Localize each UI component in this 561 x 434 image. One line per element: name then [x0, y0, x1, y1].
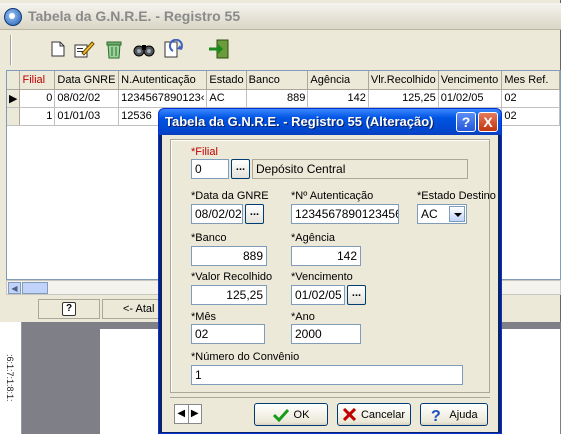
dialog-button-bar: ◀ ▶ OK Cancelar ? Ajuda: [170, 397, 490, 427]
vencimento-label: *Vencimento: [291, 271, 353, 283]
row-indicator: [7, 107, 21, 126]
data-gnre-field[interactable]: 08/02/02: [191, 204, 243, 224]
agencia-field[interactable]: 142: [291, 246, 361, 266]
table-cell[interactable]: 889: [246, 89, 309, 108]
estado-selected-value: AC: [421, 207, 438, 221]
cancel-button[interactable]: Cancelar: [337, 403, 411, 426]
ano-label: *Ano: [291, 311, 315, 323]
col-header-mes-ref[interactable]: Mes Ref.: [501, 71, 560, 90]
edit-icon[interactable]: [73, 37, 95, 61]
delete-icon[interactable]: [103, 37, 125, 61]
table-cell[interactable]: 125,25: [368, 89, 439, 108]
prev-record-icon[interactable]: ◀: [175, 405, 188, 423]
filial-lookup-button[interactable]: ...: [231, 159, 250, 179]
filial-field[interactable]: 0: [191, 159, 229, 179]
edit-dialog: Tabela da G.N.R.E. - Registro 55 (Altera…: [158, 108, 502, 434]
convenio-field[interactable]: 1: [191, 365, 463, 385]
refresh-icon[interactable]: [163, 37, 185, 61]
cancel-x-icon: [342, 408, 356, 421]
scroll-left-icon[interactable]: ◀: [8, 282, 21, 294]
main-window-title: Tabela da G.N.R.E. - Registro 55: [28, 8, 241, 24]
col-header-autenticacao[interactable]: N.Autenticação: [118, 71, 208, 90]
ano-field[interactable]: 2000: [291, 324, 361, 344]
scroll-thumb[interactable]: [22, 282, 48, 294]
agencia-label: *Agência: [291, 232, 336, 244]
autenticacao-label: *Nº Autenticação: [291, 190, 374, 202]
col-header-filial[interactable]: Filial: [19, 71, 56, 90]
banco-label: *Banco: [191, 232, 227, 244]
col-header-agencia[interactable]: Agência: [307, 71, 369, 90]
svg-text:?: ?: [431, 408, 441, 423]
estado-label: *Estado Destino: [417, 190, 496, 202]
table-row[interactable]: ▶ 0 08/02/02 1234567890123‹ AC 889 142 1…: [7, 89, 560, 108]
help-button[interactable]: ? Ajuda: [420, 403, 488, 426]
current-row-arrow-icon: ▶: [7, 89, 21, 108]
valor-recolhido-label: *Valor Recolhido: [191, 271, 273, 283]
toolbar: [0, 31, 561, 69]
chevron-down-icon[interactable]: [449, 206, 465, 222]
form-panel: *Filial 0 ... Depósito Central *Data da …: [170, 139, 496, 393]
dialog-title-bar: Tabela da G.N.R.E. - Registro 55 (Altera…: [159, 109, 501, 135]
exit-icon[interactable]: [208, 37, 230, 61]
app-icon: [4, 8, 22, 26]
table-cell[interactable]: 0: [19, 89, 56, 108]
col-header-data-gnre[interactable]: Data GNRE: [54, 71, 120, 90]
col-header-vencimento[interactable]: Vencimento: [438, 71, 503, 90]
status-help-cell[interactable]: ?: [38, 299, 100, 319]
vencimento-field[interactable]: 01/02/05: [291, 285, 345, 305]
col-header-estado[interactable]: Estado: [206, 71, 247, 90]
vencimento-calendar-button[interactable]: ...: [347, 285, 366, 305]
filial-label: *Filial: [191, 146, 218, 158]
table-cell[interactable]: 02: [501, 89, 560, 108]
next-record-icon[interactable]: ▶: [187, 405, 202, 423]
mes-field[interactable]: 02: [191, 324, 265, 344]
col-header-vlr-recolhido[interactable]: Vlr.Recolhido: [368, 71, 439, 90]
ok-button-label: OK: [293, 408, 310, 421]
record-navigator[interactable]: ◀ ▶: [174, 404, 202, 424]
new-icon[interactable]: [47, 37, 69, 61]
table-cell[interactable]: AC: [206, 89, 247, 108]
ok-button[interactable]: OK: [254, 403, 328, 426]
table-cell[interactable]: 01/01/03: [54, 107, 120, 126]
search-icon[interactable]: [133, 37, 155, 61]
table-cell[interactable]: 08/02/02: [54, 89, 120, 108]
question-mark-icon: ?: [431, 408, 441, 423]
table-cell[interactable]: 1234567890123‹: [118, 89, 208, 108]
table-cell[interactable]: 02: [501, 107, 560, 126]
col-header-banco[interactable]: Banco: [246, 71, 309, 90]
dialog-title: Tabela da G.N.R.E. - Registro 55 (Altera…: [165, 114, 434, 129]
table-cell[interactable]: 1: [19, 107, 56, 126]
data-gnre-label: *Data da GNRE: [191, 190, 269, 202]
filial-description: Depósito Central: [252, 159, 468, 179]
cancel-button-label: Cancelar: [360, 408, 406, 421]
vertical-ruler: :6:1:7:1:8:1:: [0, 322, 22, 434]
mes-label: *Mês: [191, 311, 217, 323]
help-icon[interactable]: ?: [62, 302, 76, 316]
data-gnre-calendar-button[interactable]: ...: [245, 204, 264, 224]
valor-recolhido-field[interactable]: 125,25: [191, 285, 267, 305]
checkmark-icon: [272, 408, 289, 422]
convenio-label: *Número do Convênio: [191, 351, 300, 363]
dialog-close-button[interactable]: X: [478, 112, 498, 132]
banco-field[interactable]: 889: [191, 246, 267, 266]
dialog-help-button[interactable]: ?: [456, 112, 476, 132]
main-title-bar: Tabela da G.N.R.E. - Registro 55: [0, 3, 561, 30]
toolbar-grip: [10, 35, 12, 65]
table-cell[interactable]: 01/02/05: [438, 89, 503, 108]
help-button-label: Ajuda: [449, 408, 478, 421]
grid-header-row: Filial Data GNRE N.Autenticação Estado B…: [7, 71, 560, 90]
autenticacao-field[interactable]: 12345678901234567: [291, 204, 399, 224]
estado-select[interactable]: AC: [417, 204, 467, 224]
row-indicator-header: [7, 71, 21, 90]
dialog-body: *Filial 0 ... Depósito Central *Data da …: [162, 135, 498, 432]
table-cell[interactable]: 142: [307, 89, 369, 108]
